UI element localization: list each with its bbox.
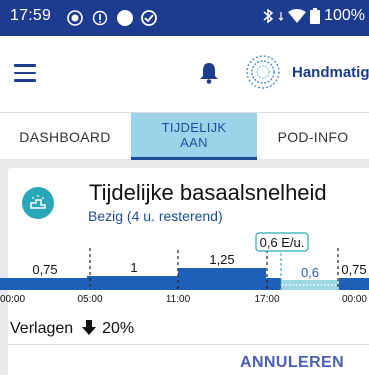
circle-dot-icon — [67, 10, 83, 26]
menu-icon[interactable] — [14, 64, 36, 82]
temp-basal-icon — [22, 187, 54, 219]
tab-tijdelijk-aan-line1: TIJDELIJK — [161, 120, 227, 135]
status-bar: 17:59 100% — [0, 0, 369, 36]
tab-bar: DASHBOARD TIJDELIJK AAN POD-INFO — [0, 112, 369, 160]
no-disturb-icon — [141, 10, 157, 26]
record-icon — [117, 10, 133, 26]
tab-tijdelijk-aan-line2: AAN — [180, 135, 208, 150]
card-title: Tijdelijke basaalsnelheid — [89, 180, 327, 205]
activity-sun-icon[interactable] — [243, 52, 283, 92]
battery-icon — [310, 8, 321, 24]
card-status: Bezig (4 u. resterend) — [88, 208, 223, 224]
card-divider — [8, 344, 369, 345]
mode-label[interactable]: Handmatig — [292, 64, 369, 81]
info-circle-icon — [92, 10, 108, 26]
tab-tijdelijk-aan[interactable]: TIJDELIJK AAN — [131, 113, 257, 160]
battery-percent: 100% — [324, 7, 365, 24]
wifi-icon — [288, 9, 307, 23]
cancel-button[interactable]: ANNULEREN — [240, 354, 344, 372]
app-bar: Handmatig — [0, 36, 369, 112]
tab-dashboard[interactable]: DASHBOARD — [0, 113, 130, 160]
bluetooth-icon — [263, 8, 274, 24]
reduce-row: Verlagen 20% — [10, 320, 134, 338]
tab-pod-info[interactable]: POD-INFO — [257, 113, 369, 160]
reduce-value: 20% — [102, 320, 135, 337]
bell-icon[interactable] — [198, 61, 220, 85]
reduce-label: Verlagen — [10, 320, 74, 337]
status-time: 17:59 — [10, 7, 52, 24]
arrow-down-icon — [81, 320, 96, 335]
status-right-group: 100% — [262, 7, 365, 25]
data-arrows-icon — [278, 12, 284, 21]
